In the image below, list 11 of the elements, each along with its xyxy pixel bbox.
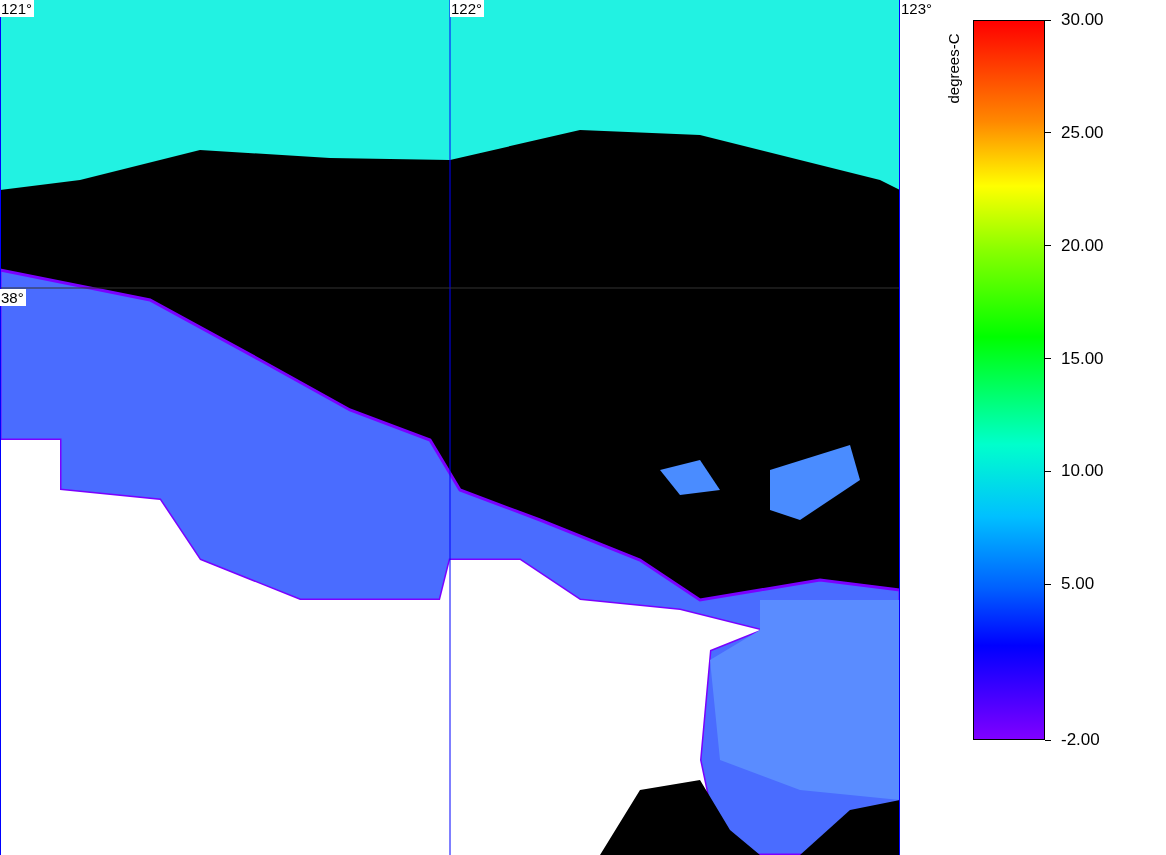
- longitude-label: 122°: [450, 0, 485, 17]
- scale-tick-label: 10.00: [1061, 461, 1104, 482]
- scale-tick-label: -2.00: [1061, 730, 1100, 751]
- scale-tick-label: 25.00: [1061, 122, 1104, 143]
- unit-label: degrees-C: [944, 33, 962, 104]
- scale-tick-label: 15.00: [1061, 348, 1104, 369]
- longitude-label: 121°: [0, 0, 35, 17]
- scale-tick-label: 20.00: [1061, 235, 1104, 256]
- scale-tick-label: 5.00: [1061, 574, 1095, 595]
- scale-tick-label: 30.00: [1061, 10, 1104, 30]
- latitude-label: 38°: [0, 289, 26, 306]
